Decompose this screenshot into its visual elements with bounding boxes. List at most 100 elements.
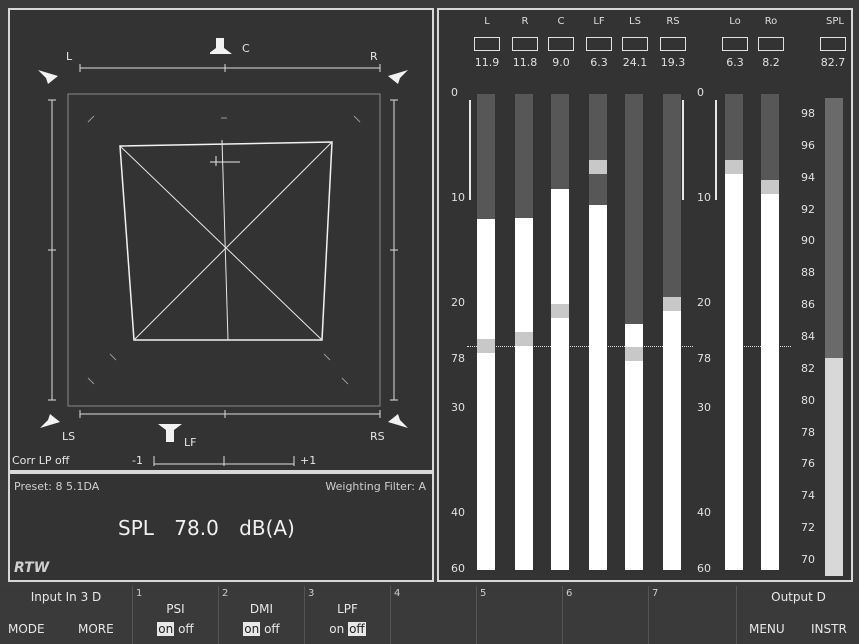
input-scale-10: 10 [451, 191, 465, 204]
meter-c-label: C [557, 16, 565, 27]
vectorscope-panel: C L R LS RS LF Corr LP off -1 +1 [8, 8, 434, 472]
spl-scale-72: 72 [801, 521, 815, 535]
meter-spl-label: SPL [826, 16, 844, 27]
meter-r-box [512, 37, 538, 51]
meter-lo-value: 6.3 [726, 56, 744, 69]
meter-ro-box [758, 37, 784, 51]
meter-rs-bar [663, 296, 681, 570]
rtw-logo: RTW [14, 560, 50, 576]
psi-switch[interactable]: on off [133, 622, 218, 636]
input-range-bar-right [682, 100, 684, 200]
softkey-4-number: 4 [394, 588, 401, 599]
meter-ls-box [622, 37, 648, 51]
corr-min-label: -1 [132, 454, 143, 467]
softkey-psi[interactable]: 1 PSI on off [132, 586, 218, 644]
softkey-3-number: 3 [308, 588, 315, 599]
meter-ls-value: 24.1 [622, 56, 648, 69]
softkey-dmi[interactable]: 2 DMI on off [218, 586, 304, 644]
spl-scale-96: 96 [801, 138, 815, 152]
meter-r-peak [515, 332, 533, 347]
reference-label: 78 [451, 352, 465, 365]
meter-panel: 0 10 20 30 40 60 0 10 20 30 40 60 78 78 L 11.9 R 11.8 C 9.0… [437, 8, 853, 582]
meter-r-bar [515, 217, 533, 570]
meter-c-box [548, 37, 574, 51]
softkey-1-number: 1 [136, 588, 143, 599]
corr-max-label: +1 [300, 454, 317, 467]
meter-l-box [474, 37, 500, 51]
output-scale-20: 20 [697, 296, 711, 309]
spl-scale-74: 74 [801, 489, 815, 503]
preset-label: Preset: 8 5.1DA [14, 480, 100, 493]
softkey-4[interactable]: 4 [390, 586, 476, 644]
psi-off[interactable]: off [178, 622, 194, 636]
input-scale-20: 20 [451, 296, 465, 309]
speaker-rs-label: RS [370, 430, 385, 443]
speaker-ls-icon [40, 414, 60, 428]
softkey-2-number: 2 [222, 588, 229, 599]
meter-lf-box [586, 37, 612, 51]
meter-ls-label: LS [629, 16, 641, 27]
input-range-bar [469, 100, 471, 200]
meter-spl-bar [825, 357, 843, 576]
dmi-off[interactable]: off [264, 622, 280, 636]
mode-button[interactable]: MODE [8, 622, 45, 636]
speaker-right-icon [388, 70, 408, 84]
lpf-on[interactable]: on [329, 622, 344, 636]
meter-l-bar [477, 218, 495, 570]
instr-button[interactable]: INSTR [811, 622, 847, 636]
input-scale-30: 30 [451, 401, 465, 414]
correlation-scale [153, 456, 295, 466]
info-panel: Preset: 8 5.1DA Weighting Filter: A SPL … [8, 472, 434, 582]
more-button[interactable]: MORE [78, 622, 114, 636]
output-scale-30: 30 [697, 401, 711, 414]
spl-scale-90: 90 [801, 234, 815, 248]
menu-button[interactable]: MENU [749, 622, 785, 636]
meter-spl-value: 82.7 [820, 56, 846, 69]
meter-lf-value: 6.3 [590, 56, 608, 69]
dmi-switch[interactable]: on off [219, 622, 304, 636]
output-label: Output D [771, 590, 826, 604]
psi-on[interactable]: on [157, 622, 175, 636]
spl-scale-84: 84 [801, 330, 815, 343]
speaker-center-icon [210, 38, 232, 54]
softkey-6[interactable]: 6 [562, 586, 648, 644]
spl-readout: SPL 78.0 dB(A) [118, 516, 295, 540]
lpf-off[interactable]: off [348, 622, 366, 636]
meter-r-label: R [521, 16, 529, 27]
spl-scale-88: 88 [801, 266, 815, 280]
meter-l-value: 11.9 [474, 56, 500, 69]
meter-c-peak [551, 304, 569, 318]
dmi-on[interactable]: on [243, 622, 261, 636]
vectorscope-graphic [48, 64, 398, 418]
meter-c-bar [551, 188, 569, 570]
meter-rs-peak [663, 296, 681, 311]
softkey-7[interactable]: 7 [648, 586, 736, 644]
spl-scale-70: 70 [801, 553, 815, 567]
input-scale-40: 40 [451, 506, 465, 519]
spl-scale-98: 98 [801, 106, 815, 120]
output-range-bar [715, 100, 717, 200]
speaker-lf-label: LF [184, 436, 197, 449]
reference-label-out: 78 [697, 352, 711, 365]
meter-lf-label: LF [593, 16, 605, 27]
meter-lo-bar [725, 160, 743, 570]
output-scale-0: 0 [697, 86, 704, 99]
meter-rs-value: 19.3 [660, 56, 686, 69]
lpf-switch[interactable]: on off [305, 622, 390, 636]
softkey-5[interactable]: 5 [476, 586, 562, 644]
meter-l-peak [477, 338, 495, 353]
input-scale-0: 0 [451, 86, 458, 99]
speaker-c-label: C [242, 42, 250, 55]
meter-ls-peak [625, 347, 643, 362]
speaker-r-label: R [370, 50, 378, 63]
meter-ro-peak [761, 180, 779, 195]
meter-c-value: 9.0 [552, 56, 570, 69]
softkey-lpf[interactable]: 3 LPF on off [304, 586, 390, 644]
softkey-5-number: 5 [480, 588, 487, 599]
output-scale-10: 10 [697, 191, 711, 204]
spl-scale-86: 86 [801, 298, 815, 312]
speaker-ls-label: LS [62, 430, 76, 443]
speaker-rs-icon [388, 414, 408, 428]
output-section: Output D MENU INSTR [736, 586, 859, 644]
meter-rs-box [660, 37, 686, 51]
